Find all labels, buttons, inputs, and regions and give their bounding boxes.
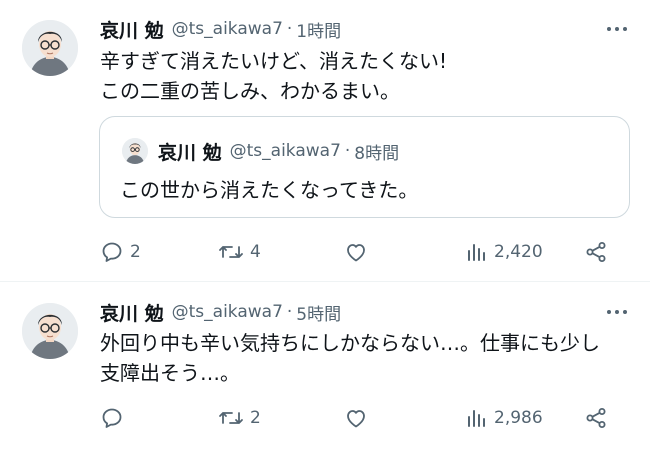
view-count: 2,986 <box>494 408 543 428</box>
more-icon[interactable] <box>606 18 628 40</box>
quoted-tweet-header: 哀川 勉 @ts_aikawa7 · 8時間 <box>158 137 399 165</box>
action-bar: 2 4 2,420 <box>100 238 625 266</box>
display-name[interactable]: 哀川 勉 <box>158 138 222 165</box>
heart-icon <box>347 410 365 428</box>
tweet-text-line: 支障出そう…。 <box>100 361 240 385</box>
timestamp[interactable]: 1時間 <box>296 17 341 42</box>
action-bar: 2 2,986 <box>100 404 625 432</box>
like-button[interactable] <box>344 238 374 266</box>
tweet[interactable]: 哀川 勉 @ts_aikawa7 · 1時間 辛すぎて消えたいけど、消えたくない… <box>0 0 650 282</box>
retweet-button[interactable]: 2 <box>218 404 261 432</box>
avatar[interactable] <box>22 303 78 359</box>
views-icon <box>468 244 485 261</box>
separator-dot: · <box>344 141 351 161</box>
quoted-tweet-text: この世から消えたくなってきた。 <box>120 178 419 202</box>
tweet[interactable]: 哀川 勉 @ts_aikawa7 · 5時間 外回り中も辛い気持ちにしかならない… <box>0 283 650 453</box>
retweet-count: 4 <box>250 242 261 262</box>
tweet-header: 哀川 勉 @ts_aikawa7 · 5時間 <box>100 298 341 326</box>
more-icon[interactable] <box>606 301 628 323</box>
tweet-header: 哀川 勉 @ts_aikawa7 · 1時間 <box>100 15 341 43</box>
quoted-tweet[interactable]: 哀川 勉 @ts_aikawa7 · 8時間 この世から消えたくなってきた。 <box>99 116 630 218</box>
share-button[interactable] <box>584 404 608 432</box>
divider <box>0 281 650 282</box>
share-icon <box>586 242 606 262</box>
views-button[interactable]: 2,986 <box>464 404 543 432</box>
like-button[interactable] <box>344 404 374 432</box>
user-handle[interactable]: @ts_aikawa7 <box>172 19 283 39</box>
share-button[interactable] <box>584 238 608 266</box>
separator-dot: · <box>286 19 293 39</box>
tweet-text: 辛すぎて消えたいけど、消えたくない! この二重の苦しみ、わかるまい。 <box>100 46 630 106</box>
user-handle[interactable]: @ts_aikawa7 <box>172 302 283 322</box>
display-name[interactable]: 哀川 勉 <box>100 299 164 326</box>
retweet-button[interactable]: 4 <box>218 238 261 266</box>
share-icon <box>586 408 606 428</box>
reply-icon <box>102 408 122 428</box>
views-button[interactable]: 2,420 <box>464 238 543 266</box>
display-name[interactable]: 哀川 勉 <box>100 16 164 43</box>
reply-button[interactable]: 2 <box>100 238 141 266</box>
view-count: 2,420 <box>494 242 543 262</box>
views-icon <box>468 410 485 427</box>
retweet-icon <box>219 412 243 424</box>
user-handle[interactable]: @ts_aikawa7 <box>230 141 341 161</box>
retweet-count: 2 <box>250 408 261 428</box>
reply-icon <box>102 242 122 262</box>
tweet-text-line: 外回り中も辛い気持ちにしかならない…。仕事にも少し <box>100 331 600 355</box>
reply-button[interactable] <box>100 404 130 432</box>
avatar[interactable] <box>22 20 78 76</box>
tweet-text: 外回り中も辛い気持ちにしかならない…。仕事にも少し 支障出そう…。 <box>100 328 630 388</box>
tweet-text-line: この二重の苦しみ、わかるまい。 <box>100 79 400 103</box>
reply-count: 2 <box>130 242 141 262</box>
heart-icon <box>347 244 365 262</box>
avatar[interactable] <box>122 138 148 164</box>
separator-dot: · <box>286 302 293 322</box>
timestamp[interactable]: 5時間 <box>296 300 341 325</box>
timestamp[interactable]: 8時間 <box>354 139 399 164</box>
tweet-text-line: 辛すぎて消えたいけど、消えたくない! <box>100 49 448 73</box>
retweet-icon <box>219 246 243 258</box>
